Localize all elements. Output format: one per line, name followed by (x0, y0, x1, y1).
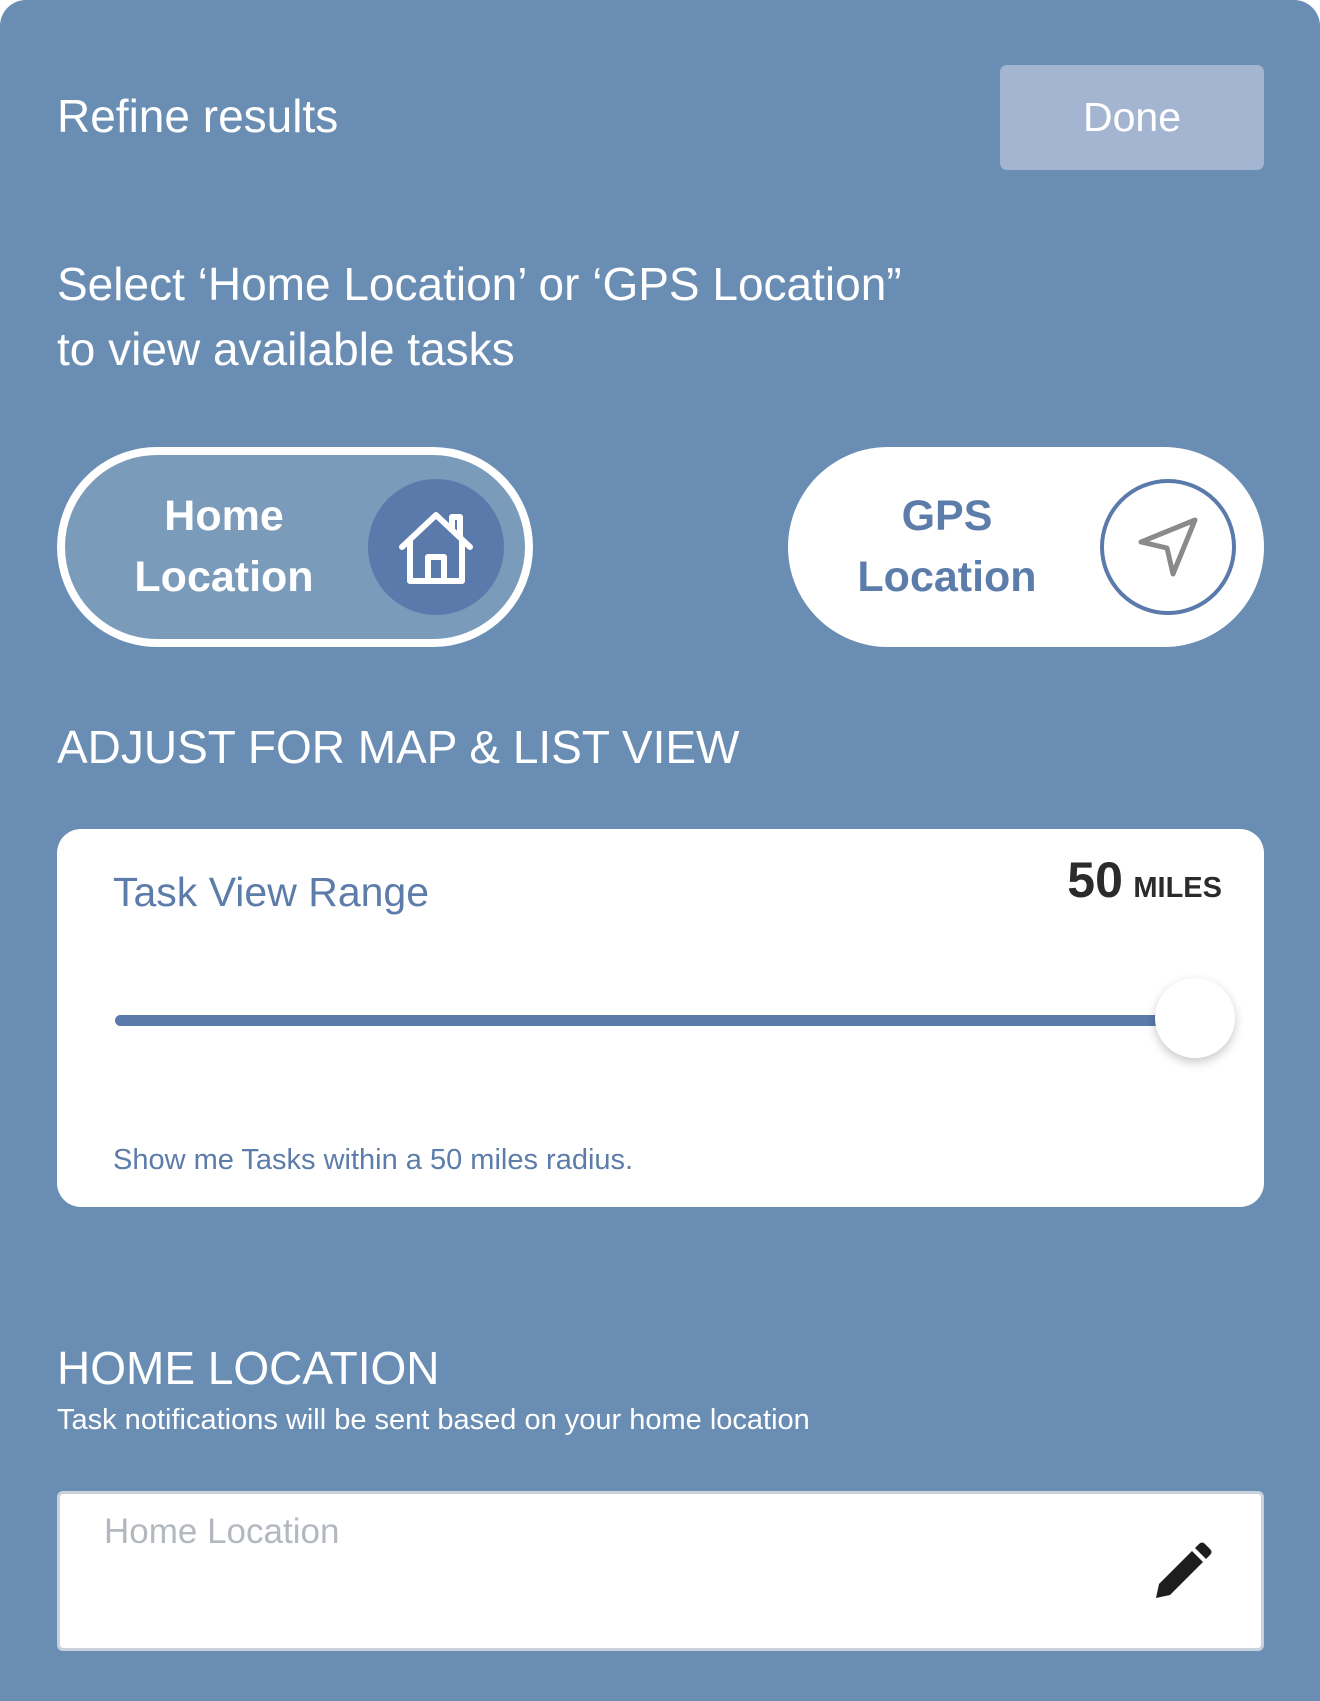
range-title: Task View Range (113, 869, 430, 915)
range-slider-thumb[interactable] (1155, 978, 1235, 1058)
home-location-label-line-1: Home (164, 492, 284, 540)
home-location-field (57, 1491, 1264, 1651)
home-location-label-line-2: Location (134, 553, 314, 601)
refine-results-sheet: Refine results Done Select ‘Home Locatio… (0, 0, 1320, 1701)
gps-location-toggle-label: GPS Location (788, 447, 1106, 647)
gps-location-label-line-2: Location (857, 553, 1037, 601)
location-instruction: Select ‘Home Location’ or ‘GPS Location”… (57, 252, 1077, 382)
gps-location-label-line-1: GPS (901, 492, 993, 540)
map-list-section-heading: ADJUST FOR MAP & LIST VIEW (57, 721, 740, 773)
task-view-range-card: Task View Range 50 MILES Show me Tasks w… (57, 829, 1264, 1207)
navigation-arrow-icon (1100, 479, 1236, 615)
instruction-line-1: Select ‘Home Location’ or ‘GPS Location” (57, 258, 902, 310)
range-value-display: 50 MILES (1067, 851, 1222, 909)
done-button[interactable]: Done (1000, 65, 1264, 170)
house-icon (368, 479, 504, 615)
home-location-toggle-label: Home Location (65, 455, 383, 639)
range-slider[interactable] (115, 978, 1235, 1058)
home-location-toggle[interactable]: Home Location (57, 447, 533, 647)
pencil-icon[interactable] (1146, 1538, 1216, 1608)
instruction-line-2: to view available tasks (57, 323, 515, 375)
range-caption: Show me Tasks within a 50 miles radius. (113, 1144, 634, 1176)
home-location-heading: HOME LOCATION (57, 1342, 440, 1394)
range-unit: MILES (1133, 872, 1222, 904)
range-slider-fill (115, 1015, 1195, 1026)
sheet-title: Refine results (57, 90, 339, 142)
home-location-input[interactable] (104, 1504, 1104, 1560)
gps-location-toggle[interactable]: GPS Location (788, 447, 1264, 647)
range-value: 50 (1067, 852, 1123, 908)
home-location-subtext: Task notifications will be sent based on… (57, 1404, 810, 1436)
